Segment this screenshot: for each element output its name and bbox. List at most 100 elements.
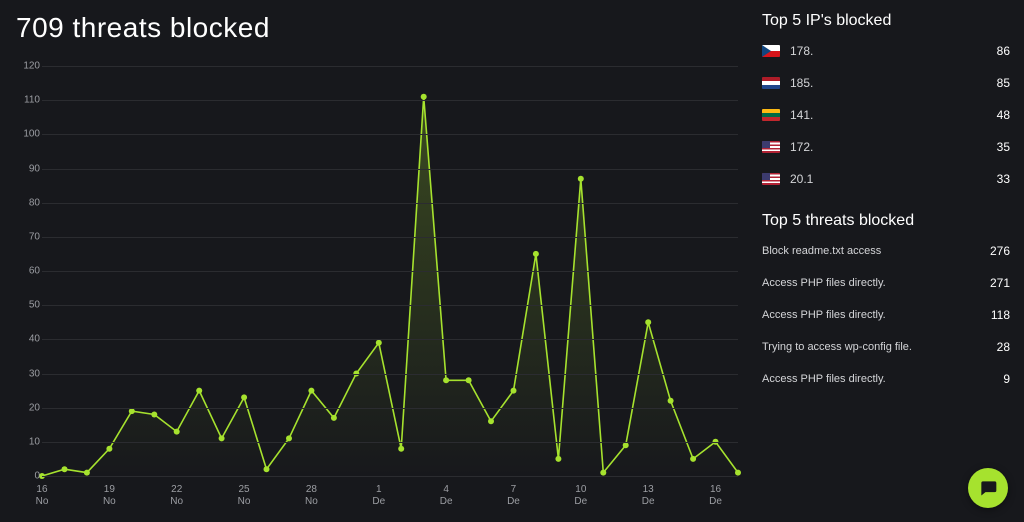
chart-gridline <box>42 134 738 135</box>
top-ips-list: 178.86185.85141.48172.3520.133 <box>762 44 1010 204</box>
chart-point[interactable] <box>443 377 449 383</box>
top-threats-list: Block readme.txt access 276 Access PHP fil… <box>762 244 1010 404</box>
chart-x-tick: 19 No <box>103 484 116 508</box>
flag-icon <box>762 77 780 89</box>
chart-point[interactable] <box>466 377 472 383</box>
chart-y-tick: 120 <box>16 61 40 72</box>
ip-address: 172. <box>790 140 813 154</box>
ip-address: 178. <box>790 44 813 58</box>
ip-row[interactable]: 185.85 <box>762 76 1010 90</box>
chart-point[interactable] <box>690 456 696 462</box>
side-panel: Top 5 IP's blocked 178.86185.85141.48172… <box>746 12 1010 512</box>
chart-point[interactable] <box>129 408 135 414</box>
chart-x-tick: 22 No <box>170 484 183 508</box>
chart-gridline <box>42 305 738 306</box>
chart-gridline <box>42 408 738 409</box>
threat-row[interactable]: Access PHP files directly. 118 <box>762 308 1010 322</box>
ip-address: 20.1 <box>790 172 813 186</box>
chart-gridline <box>42 237 738 238</box>
chart-point[interactable] <box>241 394 247 400</box>
threat-row[interactable]: Access PHP files directly.271 <box>762 276 1010 290</box>
chart-y-tick: 60 <box>16 266 40 277</box>
ip-count: 48 <box>997 108 1010 122</box>
chart-point[interactable] <box>398 446 404 452</box>
chart-point[interactable] <box>151 412 157 418</box>
chart-y-tick: 70 <box>16 231 40 242</box>
threat-name: Access PHP files directly. <box>762 373 886 385</box>
chart-point[interactable] <box>645 319 651 325</box>
chart-y-tick: 110 <box>16 95 40 106</box>
chart-point[interactable] <box>196 388 202 394</box>
chart-gridline <box>42 169 738 170</box>
ip-count: 35 <box>997 140 1010 154</box>
chart-area-fill <box>42 97 738 476</box>
chart-point[interactable] <box>668 398 674 404</box>
ip-count: 33 <box>997 172 1010 186</box>
chart-point[interactable] <box>308 388 314 394</box>
help-chat-button[interactable] <box>968 468 1008 508</box>
chart-y-tick: 80 <box>16 197 40 208</box>
chart-point[interactable] <box>600 470 606 476</box>
chart-x-tick: 10 De <box>574 484 587 508</box>
chart-x-tick: 7 De <box>507 484 520 508</box>
ip-row[interactable]: 20.1 33 <box>762 172 1010 186</box>
chart-point[interactable] <box>264 466 270 472</box>
chart-y-tick: 100 <box>16 129 40 140</box>
threat-name: Access PHP files directly. <box>762 309 886 321</box>
threat-row[interactable]: Access PHP files directly.9 <box>762 372 1010 386</box>
chart-point[interactable] <box>511 388 517 394</box>
chart-point[interactable] <box>174 429 180 435</box>
ip-row[interactable]: 172.35 <box>762 140 1010 154</box>
chart-gridline <box>42 203 738 204</box>
chart-panel: 709 threats blocked 01020304050607080901… <box>14 12 746 512</box>
chart-point[interactable] <box>331 415 337 421</box>
chart-y-tick: 20 <box>16 402 40 413</box>
chart-point[interactable] <box>555 456 561 462</box>
threat-row[interactable]: Trying to access wp-config file.28 <box>762 340 1010 354</box>
chart-plot-area: 010203040506070809010011012016 No19 No22… <box>42 66 738 476</box>
threat-count: 276 <box>990 244 1010 258</box>
ip-row[interactable]: 141.48 <box>762 108 1010 122</box>
chart-point[interactable] <box>623 442 629 448</box>
ip-address: 141. <box>790 108 813 122</box>
threat-row[interactable]: Block readme.txt access 276 <box>762 244 1010 258</box>
chart-x-tick: 13 De <box>642 484 655 508</box>
chart-point[interactable] <box>533 251 539 257</box>
threat-name: Trying to access wp-config file. <box>762 341 912 353</box>
chart-point[interactable] <box>376 340 382 346</box>
chart-point[interactable] <box>62 466 68 472</box>
chart-container: 010203040506070809010011012016 No19 No22… <box>14 62 746 512</box>
chart-gridline <box>42 66 738 67</box>
chart-point[interactable] <box>84 470 90 476</box>
chart-point[interactable] <box>286 435 292 441</box>
threat-count: 118 <box>991 308 1010 322</box>
chart-gridline <box>42 339 738 340</box>
chart-point[interactable] <box>219 435 225 441</box>
chart-y-tick: 10 <box>16 436 40 447</box>
chart-gridline <box>42 100 738 101</box>
chart-x-tick: 1 De <box>372 484 385 508</box>
ip-row[interactable]: 178.86 <box>762 44 1010 58</box>
chart-gridline <box>42 271 738 272</box>
chart-point[interactable] <box>578 176 584 182</box>
chat-icon <box>978 478 998 498</box>
chart-y-tick: 50 <box>16 300 40 311</box>
chart-point[interactable] <box>735 470 741 476</box>
chart-point[interactable] <box>488 418 494 424</box>
chart-y-tick: 0 <box>16 471 40 482</box>
chart-gridline <box>42 374 738 375</box>
chart-x-tick: 16 De <box>709 484 722 508</box>
chart-point[interactable] <box>106 446 112 452</box>
ip-count: 86 <box>997 44 1010 58</box>
chart-x-tick: 4 De <box>440 484 453 508</box>
chart-gridline <box>42 442 738 443</box>
chart-x-tick: 25 No <box>238 484 251 508</box>
flag-icon <box>762 45 780 57</box>
chart-y-tick: 90 <box>16 163 40 174</box>
top-threats-title: Top 5 threats blocked <box>762 212 1010 230</box>
threat-name: Access PHP files directly. <box>762 277 886 289</box>
threat-name: Block readme.txt access <box>762 245 881 257</box>
flag-icon <box>762 109 780 121</box>
chart-point[interactable] <box>421 94 427 100</box>
dashboard-root: 709 threats blocked 01020304050607080901… <box>0 0 1024 522</box>
